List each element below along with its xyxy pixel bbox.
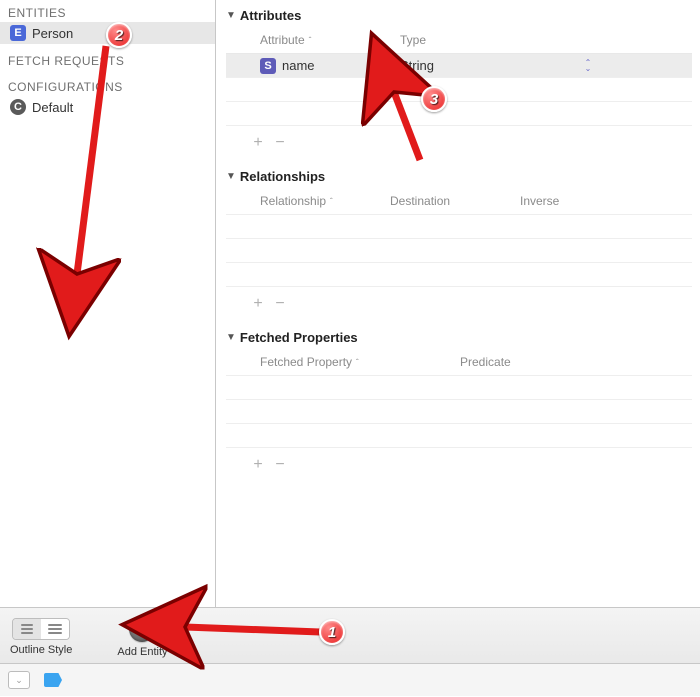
attr-name: name	[282, 58, 315, 73]
fetched-section: ▼ Fetched Properties Fetched Property ˆ …	[216, 326, 700, 481]
config-label: Default	[32, 100, 73, 115]
add-entity-label: Add Entity	[117, 646, 167, 658]
table-row	[226, 238, 692, 262]
table-row	[226, 262, 692, 286]
type-stepper-icon[interactable]: ⌃⌄	[580, 58, 596, 74]
tag-icon[interactable]	[44, 673, 62, 687]
table-row	[226, 101, 692, 125]
col-inverse[interactable]: Inverse	[520, 194, 620, 208]
add-entity-button[interactable]: +	[129, 616, 155, 642]
entity-icon: E	[10, 25, 26, 41]
fetched-header[interactable]: ▼ Fetched Properties	[226, 326, 692, 351]
disclosure-icon: ▼	[226, 10, 236, 21]
col-destination[interactable]: Destination	[390, 194, 520, 208]
table-row	[226, 214, 692, 238]
relationships-section: ▼ Relationships Relationship ˆ Destinati…	[216, 165, 700, 320]
fetched-title: Fetched Properties	[240, 330, 358, 345]
attributes-header[interactable]: ▼ Attributes	[226, 4, 692, 29]
relationships-footer: + −	[226, 286, 692, 320]
col-type[interactable]: Type	[400, 33, 610, 47]
attributes-columns: Attribute ˆ Type	[226, 29, 692, 53]
remove-fetched-button[interactable]: −	[272, 458, 288, 472]
add-fetched-button[interactable]: +	[250, 458, 266, 472]
main-area: ENTITIES E Person FETCH REQUESTS CONFIGU…	[0, 0, 700, 608]
entity-label: Person	[32, 26, 73, 41]
annotation-bubble-2: 2	[106, 22, 132, 48]
bottom-toolbar: Outline Style + Add Entity	[0, 608, 700, 664]
fetched-columns: Fetched Property ˆ Predicate	[226, 351, 692, 375]
remove-attribute-button[interactable]: −	[272, 136, 288, 150]
outline-style-label: Outline Style	[10, 644, 72, 656]
relationships-title: Relationships	[240, 169, 325, 184]
add-entity-control: + Add Entity	[117, 616, 167, 658]
attr-type: String	[400, 58, 580, 73]
sidebar-group-config: CONFIGURATIONS	[0, 76, 215, 96]
table-row	[226, 399, 692, 423]
outline-style-list-button[interactable]	[13, 619, 41, 639]
plus-icon: +	[137, 618, 148, 639]
sidebar-item-default-config[interactable]: C Default	[0, 96, 215, 118]
footer-bar: ⌄	[0, 664, 700, 696]
attributes-title: Attributes	[240, 8, 301, 23]
outline-style-grid-button[interactable]	[41, 619, 69, 639]
relationships-header[interactable]: ▼ Relationships	[226, 165, 692, 190]
sidebar-group-fetch: FETCH REQUESTS	[0, 50, 215, 70]
disclosure-icon: ▼	[226, 332, 236, 343]
sort-icon: ˆ	[356, 358, 359, 367]
relationships-columns: Relationship ˆ Destination Inverse	[226, 190, 692, 214]
sidebar-group-entities: ENTITIES	[0, 2, 215, 22]
list-icon	[21, 624, 33, 634]
col-attribute[interactable]: Attribute ˆ	[260, 33, 400, 47]
table-row	[226, 423, 692, 447]
sidebar: ENTITIES E Person FETCH REQUESTS CONFIGU…	[0, 0, 216, 607]
sort-icon: ˆ	[309, 36, 312, 45]
col-fetched-property[interactable]: Fetched Property ˆ	[260, 355, 460, 369]
content-area: ▼ Attributes Attribute ˆ Type S name Str…	[216, 0, 700, 607]
annotation-bubble-1: 1	[319, 619, 345, 645]
footer-dropdown-button[interactable]: ⌄	[8, 671, 30, 689]
annotation-bubble-3: 3	[421, 86, 447, 112]
table-row	[226, 77, 692, 101]
col-relationship[interactable]: Relationship ˆ	[260, 194, 390, 208]
disclosure-icon: ▼	[226, 171, 236, 182]
grid-icon	[48, 624, 62, 634]
remove-relationship-button[interactable]: −	[272, 297, 288, 311]
chevron-down-icon: ⌄	[15, 675, 23, 686]
attributes-section: ▼ Attributes Attribute ˆ Type S name Str…	[216, 4, 700, 159]
table-row	[226, 375, 692, 399]
col-predicate[interactable]: Predicate	[460, 355, 620, 369]
attribute-row[interactable]: S name String ⌃⌄	[226, 53, 692, 77]
add-attribute-button[interactable]: +	[250, 136, 266, 150]
string-attr-icon: S	[260, 58, 276, 74]
add-relationship-button[interactable]: +	[250, 297, 266, 311]
outline-style-control: Outline Style	[10, 618, 72, 656]
outline-style-segmented	[12, 618, 70, 640]
config-icon: C	[10, 99, 26, 115]
fetched-footer: + −	[226, 447, 692, 481]
sort-icon: ˆ	[330, 197, 333, 206]
attributes-footer: + −	[226, 125, 692, 159]
